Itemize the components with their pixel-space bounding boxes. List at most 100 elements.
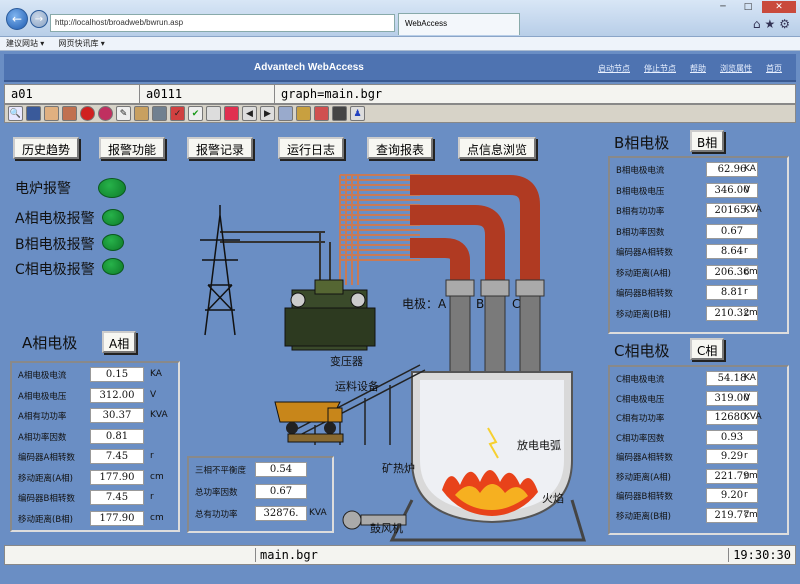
pen-icon[interactable]: ✎ bbox=[116, 106, 131, 121]
fav-item[interactable]: 网页快讯库 ▾ bbox=[58, 39, 104, 48]
trend-icon[interactable] bbox=[44, 106, 59, 121]
param-unit: KA bbox=[744, 164, 756, 174]
phase-b-title: B相电极 bbox=[614, 134, 670, 152]
param-label: C相功率因数 bbox=[616, 433, 665, 444]
info-bar: a01 a0111 graph=main.bgr bbox=[4, 84, 796, 104]
start-node-link[interactable]: 启动节点 bbox=[598, 63, 630, 74]
run-log-button[interactable]: 运行日志 bbox=[278, 137, 345, 159]
fav-item[interactable]: 建议网站 ▾ bbox=[6, 39, 44, 48]
browser-titlebar: ← → http://localhost/broadweb/bwrun.asp … bbox=[0, 0, 800, 37]
forward-arrow-icon[interactable]: → bbox=[30, 10, 48, 28]
star-icon[interactable]: ★ bbox=[764, 17, 779, 31]
param-value: 7.45 bbox=[90, 449, 144, 464]
point-info-button[interactable]: 点信息浏览 bbox=[458, 137, 537, 159]
browse-props-link[interactable]: 浏览属性 bbox=[720, 63, 752, 74]
phase-c-panel: C相电极电流 54.18 KA C相电极电压 319.00 V C相有功功率 12680. KV… bbox=[608, 365, 789, 535]
furnace-icon bbox=[389, 371, 587, 542]
param-label: 三相不平衡度 bbox=[195, 466, 247, 476]
person-icon[interactable]: ♟ bbox=[350, 106, 365, 121]
alarm-function-button[interactable]: 报警功能 bbox=[99, 137, 166, 159]
param-label: A相有功功率 bbox=[18, 412, 67, 422]
flame-label: 火焰 bbox=[542, 491, 564, 505]
phase-c-title: C相电极 bbox=[614, 342, 670, 360]
param-label: B相功率因数 bbox=[616, 227, 665, 238]
windows-icon[interactable] bbox=[206, 106, 221, 121]
param-unit: r bbox=[744, 490, 748, 500]
param-value: 0.93 bbox=[706, 429, 758, 445]
param-value: 9.20 bbox=[706, 488, 758, 503]
help-link[interactable]: 帮助 bbox=[690, 63, 706, 74]
param-value: 8.81 bbox=[706, 285, 758, 300]
param-unit: r bbox=[744, 287, 748, 297]
param-unit: V bbox=[744, 184, 751, 195]
param-unit: KA bbox=[150, 369, 162, 379]
home-icon[interactable]: ⌂ bbox=[753, 17, 765, 31]
param-value: 0.15 bbox=[90, 367, 144, 382]
phase-c-button[interactable]: C相 bbox=[690, 338, 725, 360]
status-bar: main.bgr 19:30:30 bbox=[4, 545, 796, 565]
param-unit: cm bbox=[744, 470, 758, 481]
param-label: C相有功功率 bbox=[616, 414, 665, 424]
app-title: Advantech WebAccess bbox=[254, 62, 364, 73]
param-unit: cm bbox=[150, 512, 164, 523]
alarm-record-button[interactable]: 报警记录 bbox=[187, 137, 254, 159]
status-time: 19:30:30 bbox=[728, 548, 791, 562]
param-label: 总有功功率 bbox=[195, 510, 238, 520]
param-value: 177.90 bbox=[90, 510, 144, 526]
right-arrow-icon[interactable]: ▶ bbox=[260, 106, 275, 121]
print-icon[interactable] bbox=[134, 106, 149, 121]
history-trend-button[interactable]: 历史趋势 bbox=[13, 137, 80, 159]
favorites-bar: 建议网站 ▾ 网页快讯库 ▾ bbox=[0, 37, 800, 51]
globe-icon[interactable] bbox=[278, 106, 293, 121]
browser-tab[interactable]: WebAccess bbox=[398, 13, 520, 35]
eraser-icon[interactable] bbox=[314, 106, 329, 121]
param-unit: r bbox=[150, 451, 154, 461]
a-alarm-label: A相电极报警 bbox=[15, 211, 95, 227]
zoom-icon[interactable]: 🔍 bbox=[8, 106, 23, 121]
param-label: 移动距离(B相) bbox=[616, 309, 671, 320]
phase-a-button[interactable]: A相 bbox=[102, 331, 137, 353]
stop-node-link[interactable]: 停止节点 bbox=[644, 63, 676, 74]
param-label: 编码器A相转数 bbox=[18, 453, 75, 463]
view-toolbar: 🔍 ✎ ✓ ✔ ◀ ▶ ♟ bbox=[4, 104, 796, 123]
check-list-icon[interactable]: ✓ bbox=[170, 106, 185, 121]
param-label: A相电极电流 bbox=[18, 371, 67, 381]
transformer-label: 变压器 bbox=[330, 354, 363, 368]
param-label: 移动距离(B相) bbox=[18, 514, 73, 525]
home-link[interactable]: 首页 bbox=[766, 63, 782, 74]
film-icon[interactable] bbox=[332, 106, 347, 121]
c-alarm-led bbox=[102, 258, 124, 275]
c-alarm-label: C相电极报警 bbox=[15, 262, 95, 278]
param-value: 9.29 bbox=[706, 449, 758, 464]
phase-b-button[interactable]: B相 bbox=[690, 130, 725, 152]
maximize-icon[interactable]: □ bbox=[737, 1, 759, 13]
conveyor-label: 运料设备 bbox=[335, 379, 379, 393]
param-unit: r bbox=[744, 246, 748, 256]
minimize-icon[interactable]: ─ bbox=[712, 1, 734, 13]
book-icon[interactable] bbox=[296, 106, 311, 121]
param-label: A相功率因数 bbox=[18, 432, 67, 443]
ack-icon[interactable] bbox=[98, 106, 113, 121]
param-label: 编码器A相转数 bbox=[616, 248, 673, 258]
project-name: a0111 bbox=[140, 85, 275, 103]
param-value: 0.67 bbox=[706, 223, 758, 239]
param-value: 7.45 bbox=[90, 490, 144, 505]
check-icon[interactable]: ✔ bbox=[188, 106, 203, 121]
param-unit: cm bbox=[150, 471, 164, 482]
address-bar[interactable]: http://localhost/broadweb/bwrun.asp bbox=[50, 14, 395, 32]
param-label: B相有功功率 bbox=[616, 207, 665, 217]
phase-c-label: C bbox=[512, 297, 520, 311]
gear-icon[interactable]: ⚙ bbox=[779, 17, 794, 31]
back-arrow-icon[interactable]: ← bbox=[6, 8, 28, 30]
blower-label: 鼓风机 bbox=[370, 521, 403, 535]
left-arrow-icon[interactable]: ◀ bbox=[242, 106, 257, 121]
report-icon[interactable] bbox=[62, 106, 77, 121]
param-unit: V bbox=[150, 389, 157, 400]
alarm-icon[interactable] bbox=[80, 106, 95, 121]
color-icon[interactable] bbox=[224, 106, 239, 121]
close-icon[interactable]: ✕ bbox=[762, 1, 796, 13]
bus-lines bbox=[339, 174, 420, 285]
save-icon[interactable] bbox=[26, 106, 41, 121]
config-icon[interactable] bbox=[152, 106, 167, 121]
query-report-button[interactable]: 查询报表 bbox=[367, 137, 434, 159]
